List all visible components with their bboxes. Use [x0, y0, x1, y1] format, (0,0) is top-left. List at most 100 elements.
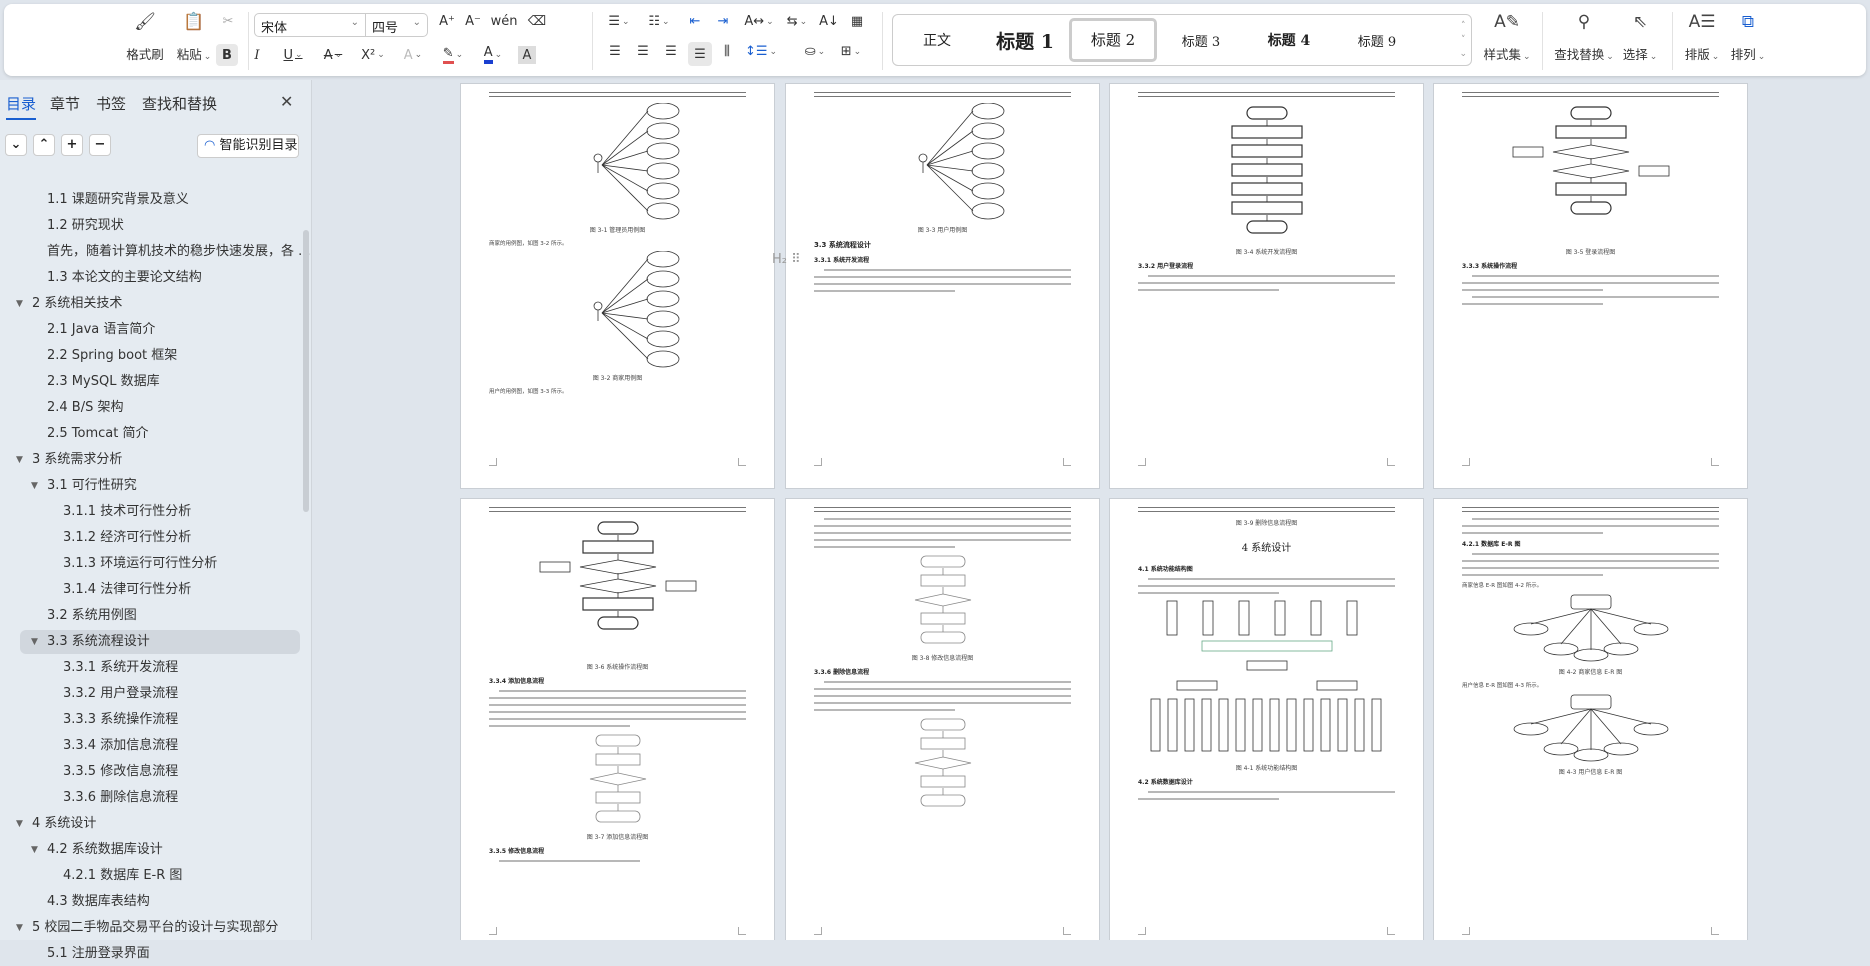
align-center-button[interactable]: ☰ — [632, 44, 654, 59]
style-gallery-scroll[interactable]: ˄ ˅ ⌄ — [1459, 19, 1467, 61]
tab-toc[interactable]: 目录 — [6, 93, 37, 120]
toc-item[interactable]: ▼ 5 校园二手物品交易平台的设计与实现部分 — [0, 916, 300, 940]
toc-item[interactable]: 3.3.3 系统操作流程 — [0, 708, 300, 732]
layout-button[interactable]: A☰ 排版 ⌄ — [1680, 12, 1724, 63]
tab-find-replace[interactable]: 查找和替换 — [142, 93, 217, 114]
style-heading-3[interactable]: 标题 3 — [1157, 31, 1245, 50]
toc-item[interactable]: 3.3.6 删除信息流程 — [0, 786, 300, 810]
expand-triangle-icon[interactable]: ▼ — [16, 292, 23, 316]
toc-item[interactable]: ▼ 4 系统设计 — [0, 812, 300, 836]
toc-item[interactable]: 1.3 本论文的主要论文结构 — [0, 266, 300, 290]
decrease-indent-button[interactable]: ⇤ — [684, 14, 706, 29]
align-left-button[interactable]: ☰ — [604, 44, 626, 59]
italic-button[interactable]: I — [246, 44, 268, 66]
expand-triangle-icon[interactable]: ▼ — [16, 448, 23, 472]
style-set-button[interactable]: A✎ 样式集 ⌄ — [1482, 12, 1532, 63]
highlight-button[interactable]: ✎ ⌄ — [436, 44, 470, 66]
toc-item[interactable]: 2.5 Tomcat 简介 — [0, 422, 300, 446]
sort-button[interactable]: A↓ — [818, 14, 840, 29]
tab-chapters[interactable]: 章节 — [50, 93, 80, 114]
promote-button[interactable]: + — [61, 134, 83, 156]
find-replace-button[interactable]: ⚲ 查找替换 ⌄ — [1552, 12, 1616, 63]
style-normal[interactable]: 正文 — [893, 30, 981, 50]
text-effect-button[interactable]: A ⌄ — [396, 44, 430, 66]
justify-button[interactable]: ☰ — [688, 42, 712, 66]
close-pane-button[interactable]: ✕ — [280, 92, 293, 111]
toc-item[interactable]: 3.3.1 系统开发流程 — [0, 656, 300, 680]
clear-format-button[interactable]: ⌫ — [526, 14, 548, 29]
expand-triangle-icon[interactable]: ▼ — [31, 838, 38, 862]
grow-font-button[interactable]: A⁺ — [436, 14, 458, 29]
font-color-button[interactable]: A ⌄ — [476, 44, 510, 66]
toc-item[interactable]: 3.3.4 添加信息流程 — [0, 734, 300, 758]
document-page[interactable]: 图 3-1 管理员用例图 商家的用例图，如图 3-2 所示。图 3-2 商家用例图… — [460, 83, 775, 489]
toc-scrollbar[interactable] — [303, 230, 309, 512]
toc-item[interactable]: 1.2 研究现状 — [0, 214, 300, 238]
toc-item[interactable]: 3.1.4 法律可行性分析 — [0, 578, 300, 602]
expand-up-button[interactable]: ⌃ — [33, 134, 55, 156]
toc-item[interactable]: 3.1.1 技术可行性分析 — [0, 500, 300, 524]
arrange-button[interactable]: ⧉ 排列 ⌄ — [1726, 12, 1770, 63]
toc-item[interactable]: 3.3.5 修改信息流程 — [0, 760, 300, 784]
rtl-button[interactable]: ⇆ ⌄ — [782, 14, 812, 29]
toc-item[interactable]: ▼ 3 系统需求分析 — [0, 448, 300, 472]
demote-button[interactable]: − — [89, 134, 111, 156]
borders-button[interactable]: ⊞ ⌄ — [836, 44, 866, 59]
toc-item[interactable]: ▼ 3.3 系统流程设计 — [20, 630, 300, 654]
smart-toc-button[interactable]: ◠ 智能识别目录 — [197, 134, 299, 158]
char-spacing-button[interactable]: A↔ ⌄ — [742, 14, 776, 29]
font-size-select[interactable]: 四号 ⌄ — [366, 13, 428, 37]
char-shading-button[interactable]: A — [518, 46, 536, 64]
document-page[interactable]: 图 3-3 用户用例图 3.3 系统流程设计 3.3.1 系统开发流程 — [785, 83, 1100, 489]
cut-button[interactable]: ✂ — [218, 14, 238, 29]
document-page[interactable]: 4.2.1 数据库 E-R 图商家信息 E-R 图如图 4-2 所示。图 4-2… — [1433, 498, 1748, 940]
expand-triangle-icon[interactable]: ▼ — [31, 474, 38, 498]
toc-item[interactable]: 2.1 Java 语言简介 — [0, 318, 300, 342]
toc-item[interactable]: ▼ 3.1 可行性研究 — [0, 474, 300, 498]
style-heading-4[interactable]: 标题 4 — [1245, 30, 1333, 50]
toc-item[interactable]: 4.2.1 数据库 E-R 图 — [0, 864, 300, 888]
strikethrough-button[interactable]: A ⌄ — [316, 44, 350, 66]
underline-button[interactable]: U ⌄ — [276, 44, 310, 66]
toc-item[interactable]: 3.3.2 用户登录流程 — [0, 682, 300, 706]
toc-item[interactable]: ▼ 4.2 系统数据库设计 — [0, 838, 300, 862]
shading-button[interactable]: ⛀ ⌄ — [800, 44, 830, 59]
bold-button[interactable]: B — [216, 44, 238, 66]
format-painter-button[interactable]: 🖌 格式刷 — [120, 12, 170, 63]
toc-item[interactable]: ▼ 2 系统相关技术 — [0, 292, 300, 316]
toc-item[interactable]: 3.1.3 环境运行可行性分析 — [0, 552, 300, 576]
document-page[interactable]: 图 3-4 系统开发流程图 3.3.2 用户登录流程 — [1109, 83, 1424, 489]
align-right-button[interactable]: ☰ — [660, 44, 682, 59]
toc-item[interactable]: 2.4 B/S 架构 — [0, 396, 300, 420]
line-spacing-button[interactable]: ↕☰ ⌄ — [744, 44, 778, 59]
document-page[interactable]: 图 3-8 修改信息流程图 3.3.6 删除信息流程 — [785, 498, 1100, 940]
increase-indent-button[interactable]: ⇥ — [712, 14, 734, 29]
heading-drag-handle-icon[interactable]: H₂ ⠿ — [772, 252, 801, 267]
select-button[interactable]: ⇖ 选择 ⌄ — [1618, 12, 1662, 63]
toc-item[interactable]: 2.3 MySQL 数据库 — [0, 370, 300, 394]
tab-bookmarks[interactable]: 书签 — [96, 93, 126, 114]
style-heading-1[interactable]: 标题 1 — [981, 27, 1069, 54]
style-heading-2[interactable]: 标题 2 — [1069, 18, 1157, 62]
toc-item[interactable]: 2.2 Spring boot 框架 — [0, 344, 300, 368]
toc-item[interactable]: 3.2 系统用例图 — [0, 604, 300, 628]
paste-button[interactable]: 📋 粘贴 ⌄ — [172, 12, 216, 63]
expand-triangle-icon[interactable]: ▼ — [16, 916, 23, 940]
expand-triangle-icon[interactable]: ▼ — [16, 812, 23, 836]
document-canvas[interactable]: 图 3-1 管理员用例图 商家的用例图，如图 3-2 所示。图 3-2 商家用例图… — [312, 76, 1870, 940]
toc-item[interactable]: 5.1 注册登录界面 — [0, 942, 300, 966]
bullets-button[interactable]: ☰ ⌄ — [604, 14, 634, 29]
style-heading-9[interactable]: 标题 9 — [1333, 31, 1421, 50]
distribute-button[interactable]: ⫼ — [716, 44, 738, 59]
toc-item[interactable]: 4.3 数据库表结构 — [0, 890, 300, 914]
numbering-button[interactable]: ☷ ⌄ — [644, 14, 674, 29]
toc-item[interactable]: 1.1 课题研究背景及意义 — [0, 188, 300, 212]
toc-item[interactable]: 首先，随着计算机技术的稳步快速发展，各 ... — [0, 240, 311, 264]
superscript-button[interactable]: X² ⌄ — [356, 44, 390, 66]
document-page[interactable]: 图 3-6 系统操作流程图 3.3.4 添加信息流程图 3-7 添加信息流程图 3.… — [460, 498, 775, 940]
shrink-font-button[interactable]: A⁻ — [462, 14, 484, 29]
expand-triangle-icon[interactable]: ▼ — [31, 630, 38, 654]
font-family-select[interactable]: 宋体 ⌄ — [254, 13, 366, 37]
document-page[interactable]: 图 3-5 登录流程图 3.3.3 系统操作流程 — [1433, 83, 1748, 489]
document-page[interactable]: 图 3-9 删除信息流程图 4 系统设计 4.1 系统功能结构图图 4-1 系统功能… — [1109, 498, 1424, 940]
